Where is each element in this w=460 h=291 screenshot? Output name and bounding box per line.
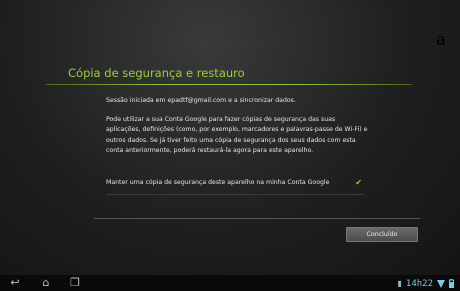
- clock: 14h22: [405, 278, 433, 289]
- battery-icon: [449, 279, 454, 288]
- backup-description: Pode utilizar a sua Conta Google para fa…: [106, 116, 368, 154]
- dialog-title: Cópia de segurança e restauro: [68, 66, 245, 80]
- home-icon[interactable]: ⌂: [39, 276, 53, 289]
- system-navigation-bar: ↩ ⌂ ❐ ▮ 14h22: [0, 275, 460, 291]
- signed-in-text: Sessão iniciada em epadtf@gmail.com e a …: [106, 97, 296, 104]
- title-divider: [46, 84, 412, 85]
- setup-screen: Cópia de segurança e restauro Sessão ini…: [0, 0, 460, 275]
- backup-checkbox-row[interactable]: Manter uma cópia de segurança deste apar…: [106, 176, 364, 188]
- recent-apps-icon[interactable]: ❐: [68, 276, 82, 289]
- wifi-icon: [437, 279, 445, 288]
- status-area[interactable]: ▮ 14h22: [397, 278, 454, 289]
- back-icon[interactable]: ↩: [8, 276, 22, 289]
- checkmark-icon[interactable]: ✔: [355, 178, 364, 187]
- done-button[interactable]: Concluído: [346, 227, 418, 242]
- edge-glyph: a: [436, 30, 446, 49]
- button-bar-divider: [94, 218, 420, 219]
- option-divider: [106, 194, 364, 195]
- sd-card-icon: ▮: [397, 279, 402, 288]
- backup-option-label: Manter uma cópia de segurança deste apar…: [106, 178, 330, 186]
